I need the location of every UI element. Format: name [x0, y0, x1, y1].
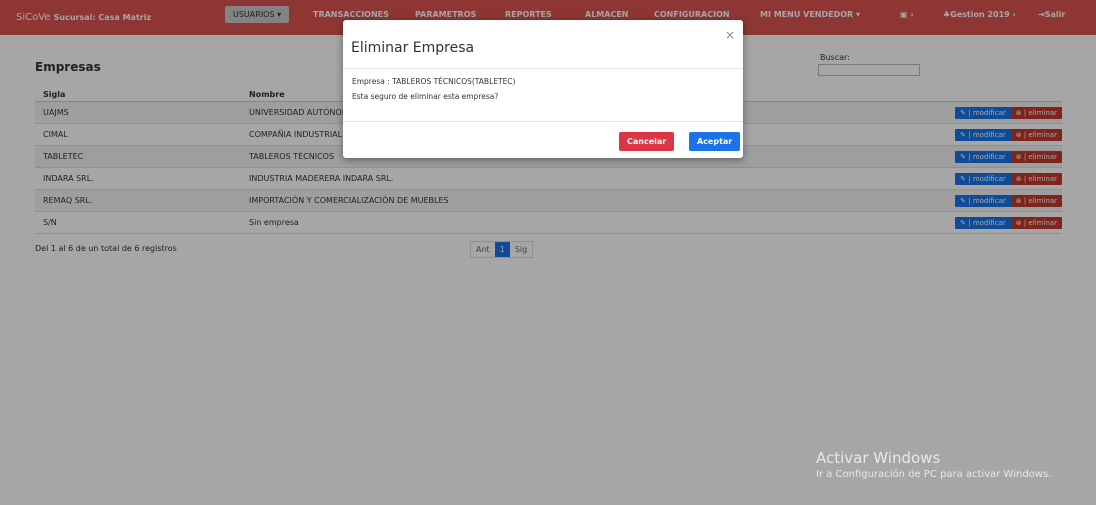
close-icon[interactable]: ×: [725, 28, 735, 42]
modal-body: Empresa : TABLEROS TÉCNICOS(TABLETEC) Es…: [343, 69, 743, 122]
cancel-button[interactable]: Cancelar: [619, 132, 675, 151]
watermark-title: Activar Windows: [816, 449, 941, 467]
delete-modal: Eliminar Empresa × Empresa : TABLEROS TÉ…: [343, 20, 743, 158]
modal-company-line: Empresa : TABLEROS TÉCNICOS(TABLETEC): [352, 77, 516, 86]
windows-watermark: Activar Windows Ir a Configuración de PC…: [816, 449, 1051, 480]
watermark-subtitle: Ir a Configuración de PC para activar Wi…: [816, 469, 1052, 480]
accept-button[interactable]: Aceptar: [689, 132, 741, 151]
modal-header: Eliminar Empresa ×: [343, 20, 743, 69]
modal-title: Eliminar Empresa: [351, 40, 475, 56]
modal-footer: Cancelar Aceptar: [343, 122, 743, 158]
modal-confirm-question: Esta seguro de eliminar esta empresa?: [352, 92, 499, 101]
